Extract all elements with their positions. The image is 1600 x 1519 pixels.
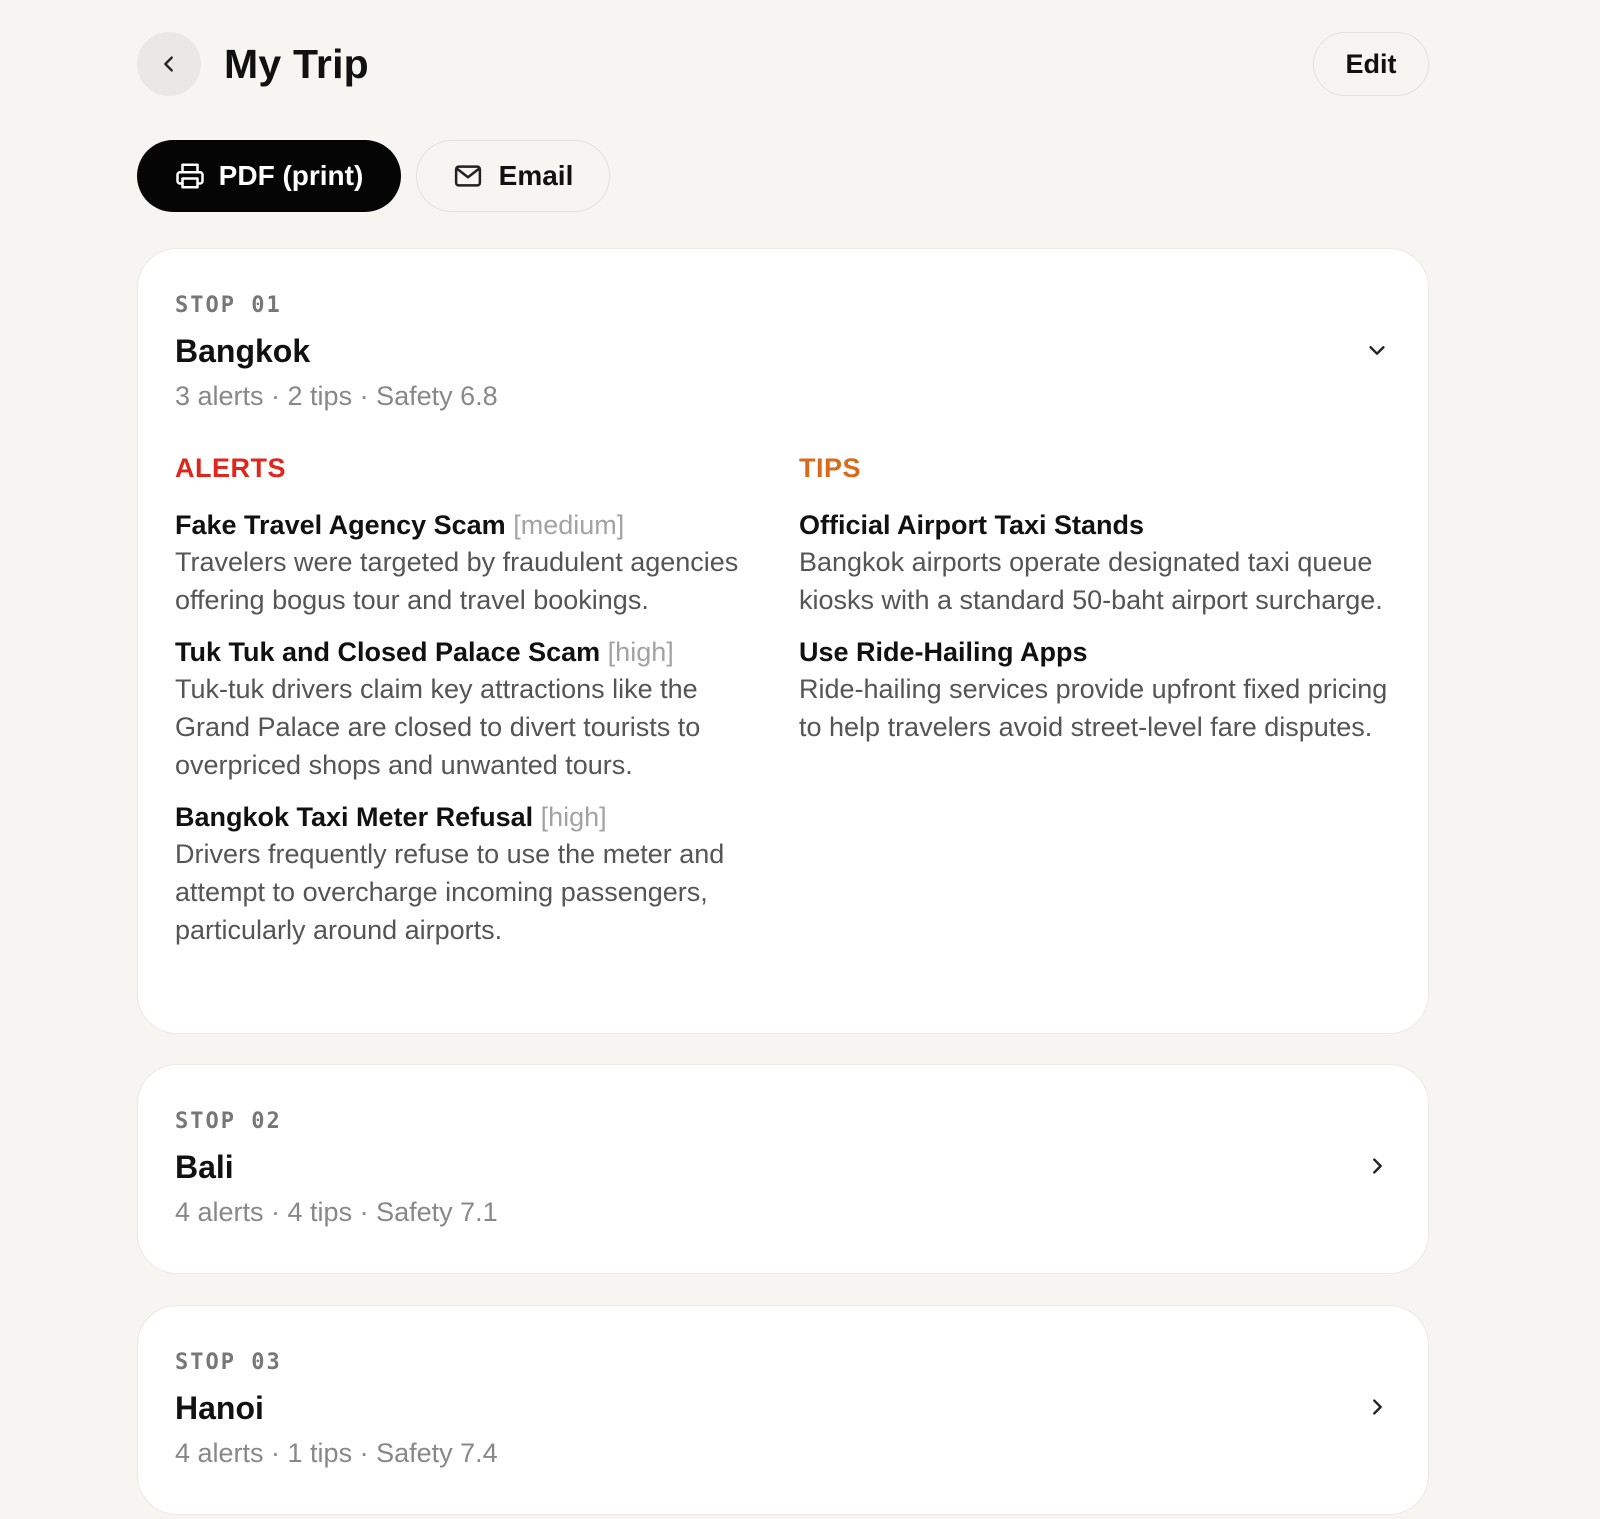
alert-item: Bangkok Taxi Meter Refusal [high] Driver… <box>175 799 765 949</box>
edit-button[interactable]: Edit <box>1313 32 1429 96</box>
tips-column: TIPS Official Airport Taxi Stands Bangko… <box>799 449 1399 761</box>
stop-number: STOP 01 <box>175 293 282 318</box>
stop-city: Hanoi <box>175 1390 264 1426</box>
page-title: My Trip <box>224 41 369 87</box>
alert-title: Tuk Tuk and Closed Palace Scam <box>175 637 601 667</box>
stop-card-bali[interactable]: STOP 02 Bali 4 alerts · 4 tips · Safety … <box>137 1064 1429 1274</box>
alert-title: Bangkok Taxi Meter Refusal <box>175 802 534 832</box>
tip-item: Use Ride-Hailing Apps Ride-hailing servi… <box>799 634 1399 746</box>
stop-number: STOP 02 <box>175 1109 282 1134</box>
expand-toggle[interactable] <box>1364 1394 1390 1420</box>
email-button[interactable]: Email <box>416 140 610 212</box>
alert-title: Fake Travel Agency Scam <box>175 510 506 540</box>
trip-page: My Trip Edit PDF (print) Email STOP 01 B… <box>0 0 1600 1519</box>
severity-badge: [high] <box>607 637 674 667</box>
chevron-right-icon <box>1373 1399 1382 1415</box>
alert-title-row: Tuk Tuk and Closed Palace Scam [high] <box>175 634 765 670</box>
severity-badge: [high] <box>540 802 607 832</box>
alert-title-row: Bangkok Taxi Meter Refusal [high] <box>175 799 765 835</box>
stop-card-bangkok: STOP 01 Bangkok 3 alerts · 2 tips · Safe… <box>137 248 1429 1034</box>
stop-card-hanoi[interactable]: STOP 03 Hanoi 4 alerts · 1 tips · Safety… <box>137 1305 1429 1515</box>
alert-description: Travelers were targeted by fraudulent ag… <box>175 547 739 615</box>
alerts-heading: ALERTS <box>175 453 286 483</box>
alert-description: Drivers frequently refuse to use the met… <box>175 839 725 945</box>
alerts-column: ALERTS Fake Travel Agency Scam [medium] … <box>175 449 765 964</box>
alert-title-row: Fake Travel Agency Scam [medium] <box>175 507 765 543</box>
back-button[interactable] <box>137 32 201 96</box>
tip-title: Official Airport Taxi Stands <box>799 510 1145 540</box>
chevron-right-icon <box>1373 1158 1382 1174</box>
mail-icon <box>454 165 481 187</box>
stop-city: Bali <box>175 1149 234 1185</box>
tip-description: Ride-hailing services provide upfront fi… <box>799 674 1388 742</box>
collapse-toggle[interactable] <box>1364 337 1390 363</box>
alert-item: Tuk Tuk and Closed Palace Scam [high] Tu… <box>175 634 765 784</box>
tip-description: Bangkok airports operate designated taxi… <box>799 547 1383 615</box>
printer-icon <box>175 163 204 189</box>
email-label: Email <box>498 160 574 191</box>
stop-city: Bangkok <box>175 333 311 369</box>
stop-summary: 4 alerts · 4 tips · Safety 7.1 <box>175 1197 498 1227</box>
tips-heading: TIPS <box>799 453 862 483</box>
alert-item: Fake Travel Agency Scam [medium] Travele… <box>175 507 765 619</box>
stop-number: STOP 03 <box>175 1350 282 1375</box>
alert-description: Tuk-tuk drivers claim key attractions li… <box>175 674 701 780</box>
stop-summary: 4 alerts · 1 tips · Safety 7.4 <box>175 1438 498 1468</box>
pdf-print-button[interactable]: PDF (print) <box>137 140 401 212</box>
stop-summary: 3 alerts · 2 tips · Safety 6.8 <box>175 381 498 411</box>
expand-toggle[interactable] <box>1364 1153 1390 1179</box>
tip-item: Official Airport Taxi Stands Bangkok air… <box>799 507 1399 619</box>
chevron-left-icon <box>164 56 173 72</box>
tip-title: Use Ride-Hailing Apps <box>799 637 1088 667</box>
pdf-print-label: PDF (print) <box>218 160 364 191</box>
chevron-down-icon <box>1369 346 1385 355</box>
severity-badge: [medium] <box>513 510 625 540</box>
